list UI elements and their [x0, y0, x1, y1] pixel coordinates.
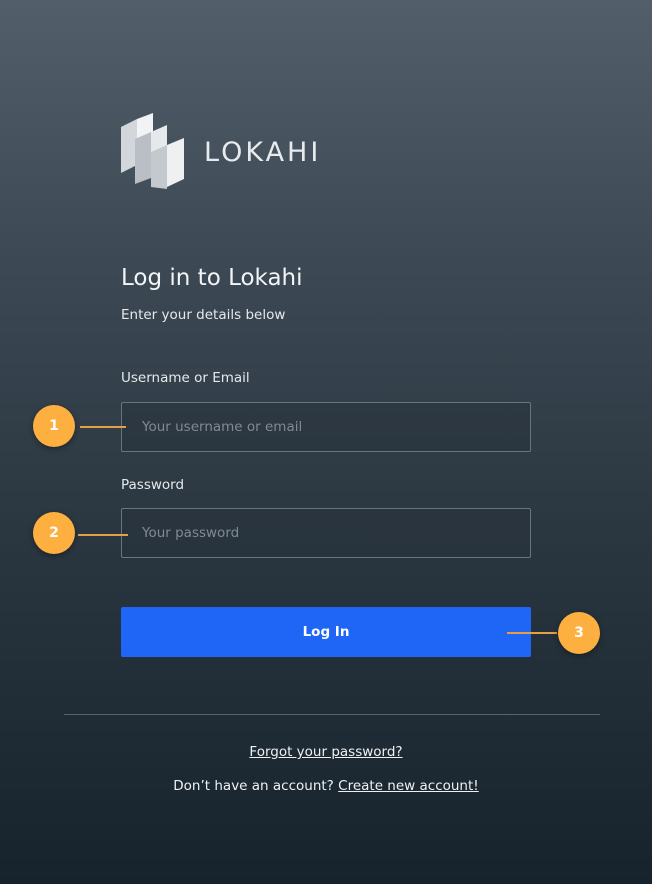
forgot-password-row: Forgot your password?	[0, 744, 652, 760]
annotation-marker-2: 2	[33, 512, 75, 554]
annotation-marker-3: 3	[558, 612, 600, 654]
signup-row: Don’t have an account? Create new accoun…	[0, 778, 652, 794]
lokahi-logo-icon	[121, 113, 184, 189]
divider	[64, 714, 600, 715]
password-label: Password	[121, 477, 185, 493]
page-title: Log in to Lokahi	[121, 265, 303, 291]
login-button[interactable]: Log In	[121, 607, 531, 657]
username-label: Username or Email	[121, 370, 250, 386]
create-account-link[interactable]: Create new account!	[338, 778, 479, 794]
page-subtitle: Enter your details below	[121, 307, 286, 323]
brand-logo: LOKAHI	[121, 113, 331, 189]
brand-wordmark: LOKAHI	[204, 137, 322, 168]
signup-prompt: Don’t have an account?	[173, 778, 334, 794]
forgot-password-link[interactable]: Forgot your password?	[249, 744, 402, 760]
annotation-connector-2	[78, 534, 128, 536]
password-input[interactable]	[121, 508, 531, 558]
annotation-marker-1: 1	[33, 405, 75, 447]
annotation-connector-1	[80, 426, 126, 428]
username-input[interactable]	[121, 402, 531, 452]
annotation-connector-3	[507, 632, 557, 634]
